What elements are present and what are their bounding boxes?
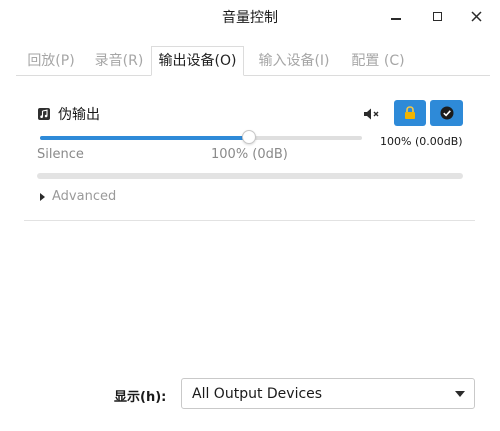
device-header: 伪输出 bbox=[38, 104, 100, 124]
set-default-button[interactable] bbox=[430, 100, 463, 126]
tab-input-devices[interactable]: 输入设备(I) bbox=[254, 47, 334, 75]
advanced-label: Advanced bbox=[52, 189, 117, 204]
mute-toggle[interactable] bbox=[363, 106, 381, 120]
minimize-button[interactable] bbox=[385, 6, 407, 26]
volume-slider-track[interactable] bbox=[40, 136, 362, 140]
maximize-button[interactable] bbox=[426, 6, 448, 26]
volume-slider-handle[interactable] bbox=[242, 130, 256, 144]
music-note-icon bbox=[38, 108, 50, 120]
tab-output-devices[interactable]: 输出设备(O) bbox=[151, 46, 244, 76]
close-icon bbox=[470, 10, 482, 22]
device-name: 伪输出 bbox=[58, 107, 100, 123]
show-select[interactable]: All Output Devices bbox=[181, 378, 475, 409]
peak-meter bbox=[37, 173, 463, 179]
close-button[interactable] bbox=[465, 6, 487, 26]
mark-silence-label: Silence bbox=[37, 147, 84, 162]
tab-playback[interactable]: 回放(P) bbox=[22, 47, 80, 75]
tab-configuration[interactable]: 配置 (C) bbox=[344, 47, 412, 75]
lock-icon bbox=[405, 106, 415, 119]
separator bbox=[24, 220, 475, 221]
tab-recording[interactable]: 录音(R) bbox=[90, 47, 148, 75]
show-select-value: All Output Devices bbox=[192, 386, 323, 402]
check-circle-icon bbox=[440, 106, 453, 120]
dropdown-arrow-icon bbox=[455, 391, 465, 397]
title-bar: 音量控制 bbox=[0, 0, 500, 32]
speaker-mute-icon bbox=[364, 108, 379, 120]
minimize-icon bbox=[391, 18, 401, 20]
window-title: 音量控制 bbox=[222, 10, 278, 26]
volume-slider-fill bbox=[40, 136, 249, 140]
lock-channels-button[interactable] bbox=[394, 100, 426, 126]
advanced-expander[interactable]: Advanced bbox=[40, 189, 116, 204]
expander-arrow-icon bbox=[40, 192, 45, 201]
tab-bar: 回放(P) 录音(R) 输出设备(O) 输入设备(I) 配置 (C) bbox=[16, 46, 490, 76]
show-label: 显示(h): bbox=[114, 390, 167, 405]
maximize-icon bbox=[432, 11, 442, 21]
volume-readout: 100% (0.00dB) bbox=[380, 135, 463, 148]
mark-100-label: 100% (0dB) bbox=[211, 147, 288, 162]
